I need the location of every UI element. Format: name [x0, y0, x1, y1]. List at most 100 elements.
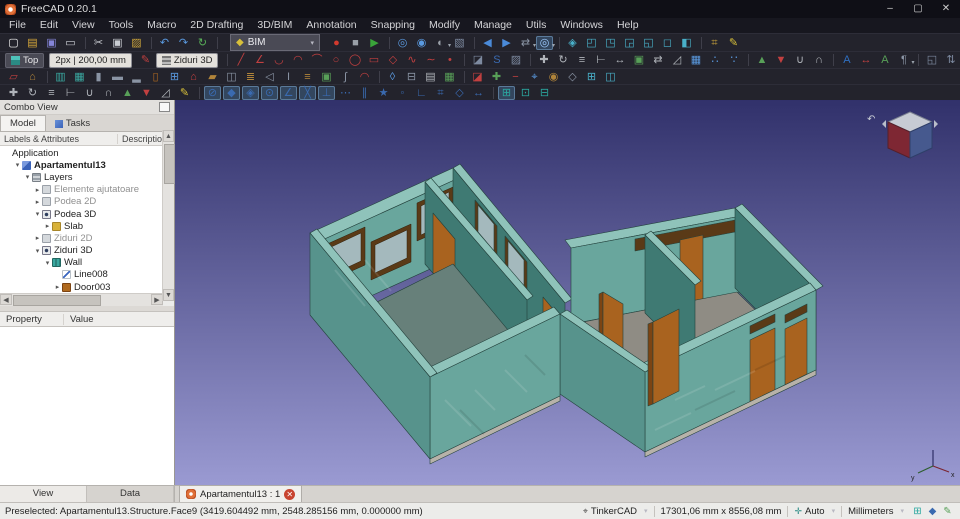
- arch-window-button[interactable]: ⊞: [166, 70, 183, 84]
- expander-open-icon[interactable]: ▾: [23, 173, 32, 181]
- workbench-selector[interactable]: ◆ BIM ▾: [230, 34, 320, 51]
- arch-survey-button[interactable]: ⌖: [526, 70, 543, 84]
- expander-closed-icon[interactable]: ▸: [33, 234, 42, 242]
- annotation-styles-button[interactable]: ¶ ▾: [895, 53, 914, 67]
- draft-bezier-button[interactable]: ∼: [422, 53, 439, 67]
- menu-item-utils[interactable]: Utils: [519, 18, 553, 33]
- snap-endpoint-button[interactable]: ◆: [223, 85, 240, 100]
- arch-panel-button[interactable]: ▰: [204, 70, 221, 84]
- draft-clone-button[interactable]: ▣: [630, 53, 647, 67]
- modify-move-button[interactable]: ✚: [5, 86, 22, 100]
- annotation-dimension-button[interactable]: ↔: [857, 53, 874, 67]
- fit-selection-button[interactable]: ◉: [413, 36, 430, 50]
- draft-trimex-button[interactable]: ⊢: [592, 53, 609, 67]
- tab-close-icon[interactable]: ✕: [284, 488, 296, 500]
- arch-frame-button[interactable]: ◫: [223, 70, 240, 84]
- status-snap-icon[interactable]: ◆: [925, 505, 940, 518]
- arch-cut-plane-button[interactable]: ◪: [469, 70, 486, 84]
- 3d-viewport-canvas[interactable]: ↶ x y: [175, 100, 960, 485]
- viewport-background[interactable]: [175, 100, 960, 485]
- tree-item-ziduri-2d[interactable]: ▸ Ziduri 2D: [0, 232, 162, 244]
- measure-button[interactable]: ⌗: [706, 36, 723, 50]
- draft-polyline-button[interactable]: ∠: [251, 53, 268, 67]
- tree-item-line008[interactable]: Line008: [0, 269, 162, 281]
- model-tree[interactable]: Application ▾ Apartamentul13 ▾ Layers ▸ Elemen…: [0, 146, 174, 293]
- macro-stop-button[interactable]: ■: [347, 36, 364, 50]
- draft-polygon-button[interactable]: ◇: [384, 53, 401, 67]
- menu-item-3d-bim[interactable]: 3D/BIM: [250, 18, 299, 33]
- draft-hatch-button[interactable]: ▨: [507, 53, 524, 67]
- draft-split-button[interactable]: ∩: [810, 53, 827, 67]
- arch-beam-button[interactable]: ▬: [109, 70, 126, 84]
- menu-item-modify[interactable]: Modify: [422, 18, 467, 33]
- modify-split-button[interactable]: ∩: [100, 86, 117, 100]
- draft-bspline-button[interactable]: ∿: [403, 53, 420, 67]
- arch-pipe-button[interactable]: ∫: [337, 70, 354, 84]
- scrollbar-thumb[interactable]: [164, 144, 175, 184]
- arch-fence-button[interactable]: ≣: [242, 70, 259, 84]
- snap-grid-button[interactable]: ⌗: [432, 86, 449, 100]
- document-tab[interactable]: Apartamentul13 : 1 ✕: [179, 485, 303, 502]
- working-plane-front-button[interactable]: ⊟: [536, 86, 553, 100]
- redo-button[interactable]: ↷: [175, 36, 192, 50]
- draft-point-array-button[interactable]: ∵: [725, 53, 742, 67]
- draft-mirror-button[interactable]: ⇄: [649, 53, 666, 67]
- draft-point-button[interactable]: •: [441, 53, 458, 67]
- bim-material-button[interactable]: ◉: [545, 70, 562, 84]
- modify-trimex-button[interactable]: ⊢: [62, 86, 79, 100]
- snap-special-button[interactable]: ★: [375, 86, 392, 100]
- door-panel[interactable]: [784, 317, 808, 386]
- draft-fillet-button[interactable]: ◡: [270, 53, 287, 67]
- draft-line-button[interactable]: ╱: [232, 53, 249, 67]
- menu-item-macro[interactable]: Macro: [140, 18, 183, 33]
- draft-upgrade-button[interactable]: ▲: [753, 53, 770, 67]
- tree-item-podea-2d[interactable]: ▸ Podea 2D: [0, 196, 162, 208]
- minimize-button[interactable]: –: [876, 0, 904, 18]
- modify-upgrade-button[interactable]: ▲: [119, 86, 136, 100]
- menu-item-edit[interactable]: Edit: [33, 18, 65, 33]
- view-isometric-button[interactable]: ◈: [564, 36, 581, 50]
- column-description[interactable]: Description: [118, 134, 167, 144]
- draft-downgrade-button[interactable]: ▼: [772, 53, 789, 67]
- view-top-button[interactable]: ◳: [602, 36, 619, 50]
- navigation-style-selector[interactable]: ⌖ TinkerCAD ▾: [583, 506, 648, 517]
- modify-rotate-button[interactable]: ↻: [24, 86, 41, 100]
- menu-item-manage[interactable]: Manage: [467, 18, 519, 33]
- new-file-button[interactable]: ▢: [5, 36, 22, 50]
- fit-all-button[interactable]: ◎: [394, 36, 411, 50]
- copy-button[interactable]: ▣: [109, 36, 126, 50]
- orbit-arrow-icon[interactable]: ↶: [867, 114, 875, 125]
- print-button[interactable]: ▭: [62, 36, 79, 50]
- arch-remove-button[interactable]: −: [507, 70, 524, 84]
- menu-item-annotation[interactable]: Annotation: [299, 18, 363, 33]
- arch-wall-button[interactable]: ▥: [52, 70, 69, 84]
- tree-item-application[interactable]: Application: [0, 147, 162, 159]
- draft-to-sketch-button[interactable]: ⇅: [942, 53, 959, 67]
- zoom-tools-button[interactable]: ◎ ▾: [536, 35, 555, 50]
- draft-path-array-button[interactable]: ∴: [706, 53, 723, 67]
- scroll-up-icon[interactable]: ▲: [163, 130, 174, 142]
- view-bottom-button[interactable]: ◻: [659, 36, 676, 50]
- arch-equipment-button[interactable]: ▣: [318, 70, 335, 84]
- annotation-text-button[interactable]: A: [838, 53, 855, 67]
- menu-item-tools[interactable]: Tools: [102, 18, 141, 33]
- draft-move-button[interactable]: ✚: [535, 53, 552, 67]
- modify-scale-button[interactable]: ◿: [157, 86, 174, 100]
- door-panel[interactable]: [749, 327, 776, 403]
- arch-curtain-wall-button[interactable]: ▦: [71, 70, 88, 84]
- snap-working-plane-button[interactable]: ◇: [451, 86, 468, 100]
- open-file-button[interactable]: ▤: [24, 36, 41, 50]
- scroll-down-icon[interactable]: ▼: [163, 289, 174, 301]
- bim-project-button[interactable]: ⌂: [24, 70, 41, 84]
- sketch-button[interactable]: ▱: [5, 70, 22, 84]
- refresh-button[interactable]: ↻: [194, 36, 211, 50]
- macro-record-button[interactable]: ●: [328, 36, 345, 50]
- arch-stairs-button[interactable]: ≡: [299, 70, 316, 84]
- layer-selector[interactable]: Ziduri 3D: [155, 52, 219, 68]
- arch-space-button[interactable]: ◊: [384, 70, 401, 84]
- tree-item-slab[interactable]: ▸ Slab: [0, 220, 162, 232]
- snap-center-button[interactable]: ⊙: [261, 85, 278, 100]
- status-grid-icon[interactable]: ⊞: [910, 505, 925, 518]
- tree-item-elemente-ajutatoare[interactable]: ▸ Elemente ajutatoare: [0, 184, 162, 196]
- units-selector[interactable]: Millimeters ▾: [848, 506, 904, 517]
